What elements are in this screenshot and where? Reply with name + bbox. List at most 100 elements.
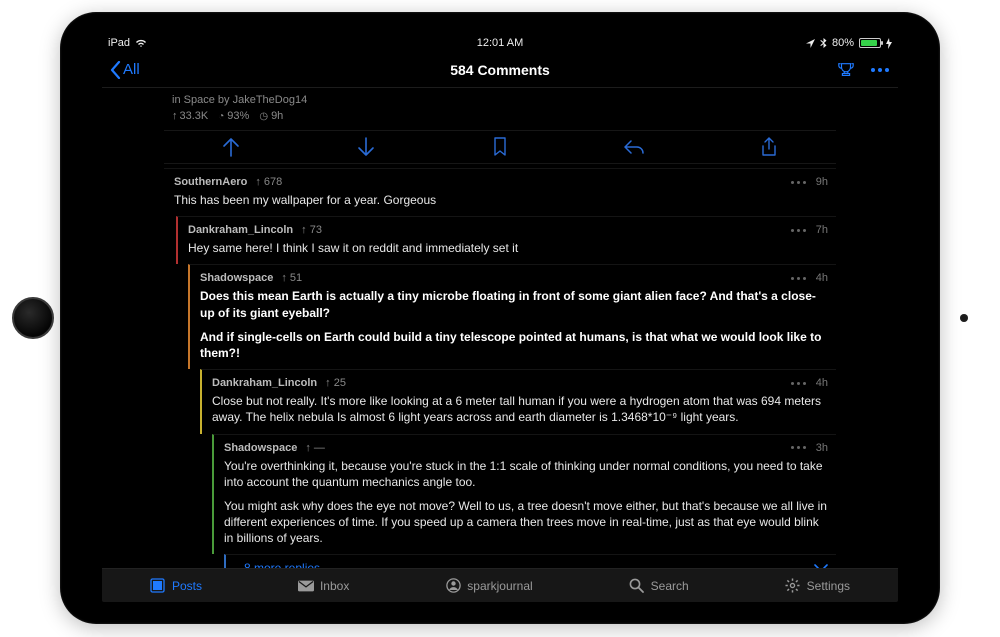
bookmark-icon — [493, 137, 507, 157]
comment-text: This has been my wallpaper for a year. G… — [174, 192, 828, 208]
comment-text: Hey same here! I think I saw it on reddi… — [188, 240, 828, 256]
more-button[interactable] — [870, 60, 890, 80]
ipad-camera — [960, 314, 968, 322]
tab-label: Inbox — [320, 579, 349, 593]
comment-user[interactable]: SouthernAero — [174, 176, 247, 188]
settings-icon — [785, 578, 801, 594]
ipad-home-button — [12, 297, 54, 339]
tab-label: sparkjournal — [467, 579, 532, 593]
more-replies-row[interactable]: 8 more replies — [224, 554, 836, 568]
post-author[interactable]: JakeTheDog14 — [233, 94, 308, 106]
post-stats: 33.3K 93% 9h — [164, 108, 836, 130]
comment-header: Shadowspace — 3h — [224, 442, 828, 454]
comment-score: 678 — [255, 176, 282, 188]
posts-icon — [150, 578, 166, 594]
bluetooth-icon — [820, 38, 827, 49]
back-label: All — [123, 61, 140, 78]
comment-header: Dankraham_Lincoln 73 7h — [188, 224, 828, 236]
reply-button[interactable] — [623, 136, 645, 158]
tab-label: Posts — [172, 579, 202, 593]
downvote-button[interactable] — [355, 136, 377, 158]
comment-more-button[interactable] — [791, 446, 806, 449]
post-subreddit[interactable]: Space — [184, 94, 215, 106]
comment-more-button[interactable] — [791, 229, 806, 232]
carrier-label: iPad — [108, 37, 130, 49]
comment-body: Does this mean Earth is actually a tiny … — [200, 284, 828, 361]
comment-text: Does this mean Earth is actually a tiny … — [200, 289, 816, 319]
post-upvotes: 33.3K — [172, 110, 208, 122]
post-action-bar — [164, 130, 836, 164]
chevron-left-icon — [110, 61, 121, 79]
ipad-frame: iPad 12:01 AM 80% — [60, 12, 940, 624]
location-icon — [806, 39, 815, 48]
post-in-label: in — [172, 94, 181, 106]
comment-score: 25 — [325, 377, 346, 389]
status-time: 12:01 AM — [477, 37, 523, 49]
comment-age: 7h — [816, 224, 828, 236]
post-by-label: by — [218, 94, 230, 106]
comment-user[interactable]: Dankraham_Lincoln — [212, 377, 317, 389]
comment-score: 73 — [301, 224, 322, 236]
comment-body: You're overthinking it, because you're s… — [224, 454, 828, 547]
app-screen: iPad 12:01 AM 80% — [102, 34, 898, 602]
comment-more-button[interactable] — [791, 382, 806, 385]
tab-label: Search — [651, 579, 689, 593]
comment-text: Close but not really. It's more like loo… — [212, 393, 828, 425]
save-button[interactable] — [489, 136, 511, 158]
reply-icon — [623, 139, 645, 155]
comments-list: SouthernAero 678 9h This has been my wallpa… — [164, 168, 836, 554]
comment-age: 4h — [816, 272, 828, 284]
comment-user[interactable]: Dankraham_Lincoln — [188, 224, 293, 236]
tab-profile[interactable]: sparkjournal — [445, 578, 532, 594]
comment-text: And if single-cells on Earth could build… — [200, 330, 821, 360]
tab-label: Settings — [807, 579, 850, 593]
tab-bar: Posts Inbox sparkjournal Search — [102, 568, 898, 602]
comment-header: Dankraham_Lincoln 25 4h — [212, 377, 828, 389]
tab-settings[interactable]: Settings — [785, 578, 850, 594]
share-icon — [761, 137, 777, 157]
comment-user[interactable]: Shadowspace — [224, 442, 297, 454]
tab-inbox[interactable]: Inbox — [298, 578, 349, 594]
comment-header: Shadowspace 51 4h — [200, 272, 828, 284]
more-dots-icon — [871, 68, 889, 72]
comment[interactable]: Shadowspace 51 4hDoes this mean Earth is a… — [188, 264, 836, 369]
status-bar: iPad 12:01 AM 80% — [102, 34, 898, 52]
trophy-icon — [837, 61, 855, 79]
arrow-down-icon — [357, 137, 375, 157]
comment-age: 4h — [816, 377, 828, 389]
comment-score: 51 — [281, 272, 302, 284]
comment[interactable]: Dankraham_Lincoln 25 4h Close but not reall… — [200, 369, 836, 433]
comment[interactable]: SouthernAero 678 9h This has been my wallpa… — [164, 168, 836, 216]
comment-user[interactable]: Shadowspace — [200, 272, 273, 284]
comment-more-button[interactable] — [791, 181, 806, 184]
battery-icon — [859, 38, 881, 48]
comment-text: You're overthinking it, because you're s… — [224, 458, 828, 490]
post-age: 9h — [259, 110, 283, 122]
profile-icon — [445, 578, 461, 594]
comment-score: — — [305, 442, 325, 454]
comment-body: Close but not really. It's more like loo… — [212, 389, 828, 425]
content-scroll[interactable]: in Space by JakeTheDog14 33.3K 93% 9h — [102, 88, 898, 568]
comment-body: This has been my wallpaper for a year. G… — [174, 188, 828, 208]
arrow-up-icon — [222, 137, 240, 157]
nav-bar: All 584 Comments — [102, 52, 898, 88]
inbox-icon — [298, 578, 314, 594]
sort-button[interactable] — [836, 60, 856, 80]
post-percent: 93% — [218, 110, 249, 122]
battery-percent: 80% — [832, 37, 854, 49]
comment-age: 3h — [816, 442, 828, 454]
comment-age: 9h — [816, 176, 828, 188]
back-button[interactable]: All — [110, 61, 140, 79]
post-meta: in Space by JakeTheDog14 — [164, 88, 836, 108]
tab-posts[interactable]: Posts — [150, 578, 202, 594]
share-button[interactable] — [758, 136, 780, 158]
comment[interactable]: Shadowspace — 3h You're overthinking it, be… — [212, 434, 836, 555]
comment-more-button[interactable] — [791, 277, 806, 280]
charging-icon — [886, 38, 892, 49]
wifi-icon — [135, 38, 147, 48]
nav-title: 584 Comments — [450, 62, 550, 78]
upvote-button[interactable] — [220, 136, 242, 158]
comment[interactable]: Dankraham_Lincoln 73 7h Hey same here! I th… — [176, 216, 836, 264]
tab-search[interactable]: Search — [629, 578, 689, 594]
comment-text: You might ask why does the eye not move?… — [224, 498, 828, 547]
